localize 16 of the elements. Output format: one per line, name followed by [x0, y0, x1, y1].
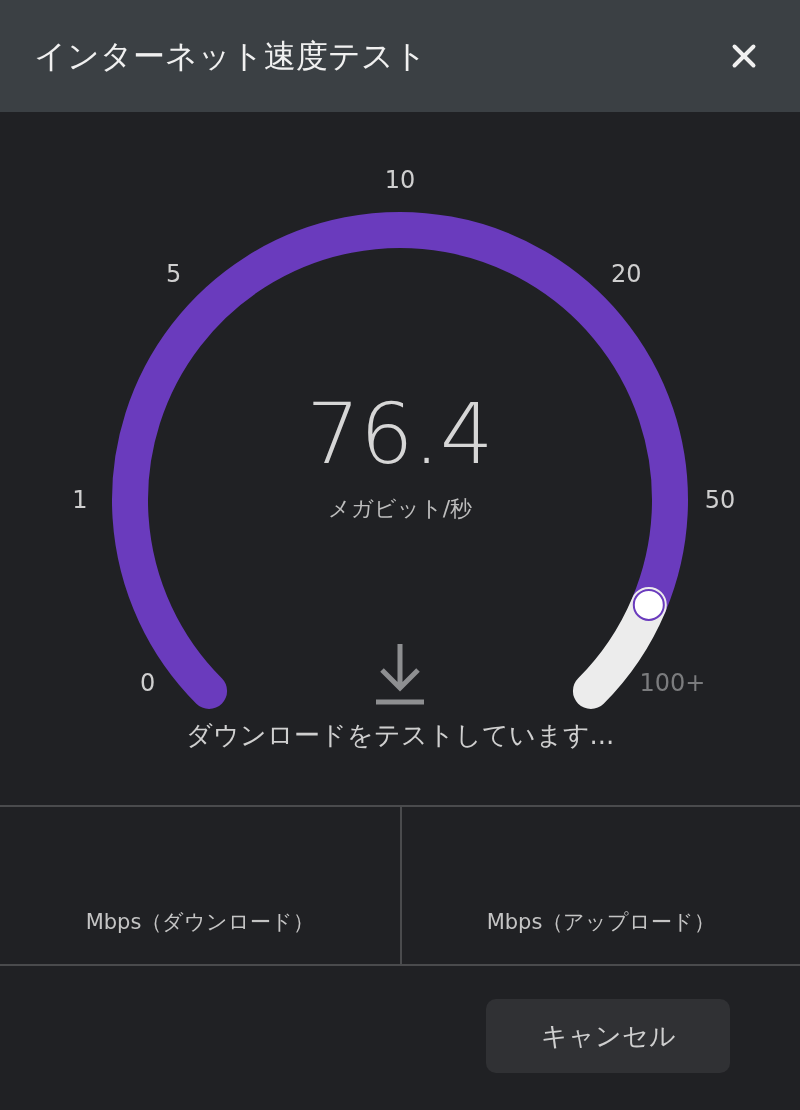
tick-label: 1	[72, 486, 88, 514]
cancel-button[interactable]: キャンセル	[486, 999, 730, 1073]
gauge-thumb	[632, 588, 665, 621]
tick-label: 10	[384, 166, 416, 194]
result-label: Mbps（アップロード）	[486, 908, 716, 936]
tick-label: 0	[139, 669, 156, 698]
download-icon	[374, 642, 426, 706]
result-label: Mbps（ダウンロード）	[85, 908, 315, 936]
window-title: インターネット速度テスト	[34, 36, 427, 77]
tick-label: 100+	[639, 669, 706, 698]
speed-value: 76.4	[306, 392, 494, 476]
tick-label: 5	[166, 259, 182, 288]
speed-unit: メガビット/秒	[327, 495, 473, 523]
tick-label: 20	[611, 259, 642, 288]
tick-label: 50	[704, 486, 736, 514]
status-text: ダウンロードをテストしています...	[185, 719, 615, 752]
